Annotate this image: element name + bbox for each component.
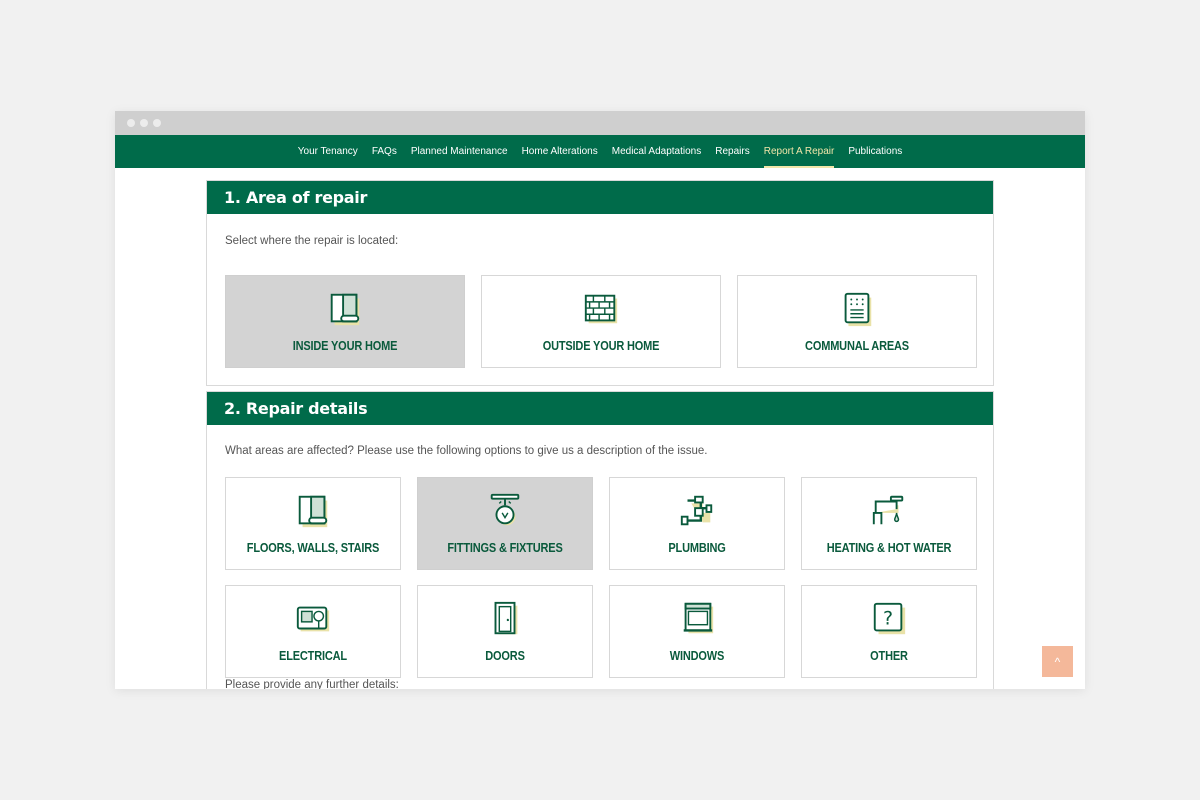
window-icon [683, 602, 714, 634]
window-dot-maximize[interactable] [153, 119, 161, 127]
detail-option-label: FITTINGS & FIXTURES [447, 541, 563, 555]
chevron-up-icon: ^ [1054, 654, 1061, 669]
scroll-to-top-button[interactable]: ^ [1042, 646, 1073, 677]
detail-option-other[interactable]: ? OTHER [801, 585, 977, 678]
nav-item-faqs[interactable]: FAQs [365, 135, 404, 168]
ceiling-light-icon [490, 493, 520, 526]
nav-item-report-a-repair[interactable]: Report A Repair [757, 135, 842, 168]
detail-option-label: HEATING & HOT WATER [826, 541, 952, 555]
window-dot-close[interactable] [127, 119, 135, 127]
area-option-label: OUTSIDE YOUR HOME [542, 339, 660, 353]
nav-item-publications[interactable]: Publications [841, 135, 909, 168]
nav-item-planned-maintenance[interactable]: Planned Maintenance [404, 135, 515, 168]
area-intro-text: Select where the repair is located: [225, 235, 399, 247]
svg-text:?: ? [883, 608, 893, 630]
tap-icon [872, 495, 904, 525]
area-of-repair-section: 1. Area of repair Select where the repai… [206, 180, 994, 386]
detail-option-label: DOORS [485, 649, 525, 663]
detail-option-label: PLUMBING [668, 541, 726, 555]
detail-option-label: WINDOWS [669, 649, 725, 663]
repair-details-section: 2. Repair details What areas are affecte… [206, 391, 994, 689]
window-dot-minimize[interactable] [140, 119, 148, 127]
area-option-label: COMMUNAL AREAS [805, 339, 909, 353]
nav-item-medical-adaptations[interactable]: Medical Adaptations [605, 135, 709, 168]
detail-option-plumbing[interactable]: PLUMBING [609, 477, 785, 570]
browser-chrome [115, 111, 1085, 135]
nav-item-home-alterations[interactable]: Home Alterations [515, 135, 605, 168]
brick-wall-icon [584, 294, 618, 324]
browser-window: Your Tenancy FAQs Planned Maintenance Ho… [115, 111, 1085, 689]
detail-option-label: FLOORS, WALLS, STAIRS [246, 541, 380, 555]
detail-option-label: OTHER [870, 649, 908, 663]
section-title-details: 2. Repair details [207, 392, 993, 425]
detail-option-label: ELECTRICAL [279, 649, 347, 663]
intercom-panel-icon [844, 292, 872, 327]
area-option-outside[interactable]: OUTSIDE YOUR HOME [481, 275, 721, 368]
question-icon: ? [873, 602, 906, 635]
nav-item-repairs[interactable]: Repairs [708, 135, 756, 168]
detail-option-floors-walls-stairs[interactable]: FLOORS, WALLS, STAIRS [225, 477, 401, 570]
detail-option-heating-hot-water[interactable]: HEATING & HOT WATER [801, 477, 977, 570]
detail-option-fittings-fixtures[interactable]: FITTINGS & FIXTURES [417, 477, 593, 570]
area-option-inside[interactable]: INSIDE YOUR HOME [225, 275, 465, 368]
details-intro-text: What areas are affected? Please use the … [225, 445, 708, 457]
wallpaper-icon [298, 495, 328, 528]
pipe-icon [680, 495, 713, 526]
detail-option-electrical[interactable]: ELECTRICAL [225, 585, 401, 678]
socket-icon [296, 606, 330, 632]
area-option-communal[interactable]: COMMUNAL AREAS [737, 275, 977, 368]
further-details-label: Please provide any further details: [225, 679, 399, 689]
detail-option-windows[interactable]: WINDOWS [609, 585, 785, 678]
nav-item-your-tenancy[interactable]: Your Tenancy [291, 135, 365, 168]
area-option-label: INSIDE YOUR HOME [292, 339, 398, 353]
detail-option-doors[interactable]: DOORS [417, 585, 593, 678]
wallpaper-icon [330, 293, 360, 326]
section-title-area: 1. Area of repair [207, 181, 993, 214]
door-icon [494, 601, 518, 635]
main-nav: Your Tenancy FAQs Planned Maintenance Ho… [115, 135, 1085, 168]
